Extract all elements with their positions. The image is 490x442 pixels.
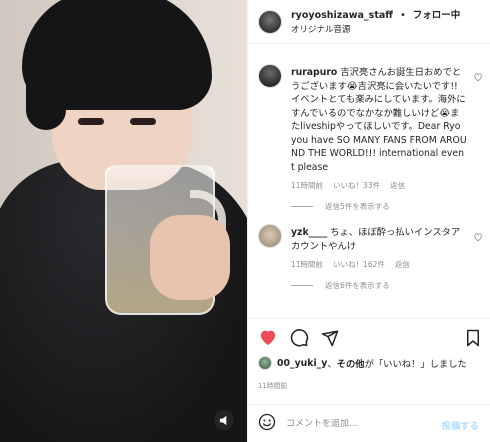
avatar[interactable] xyxy=(258,224,282,248)
header-separator: • xyxy=(400,10,406,21)
post-header: ryoyoshizawa_staff • フォロー中 オリジナル音源 xyxy=(248,0,490,44)
comment-time[interactable]: 11時間前 xyxy=(291,180,323,191)
comment-username[interactable]: rurapuro xyxy=(291,67,337,78)
post-comment-button[interactable]: 投稿する xyxy=(442,418,479,432)
smiley-icon[interactable] xyxy=(258,413,276,435)
avatar[interactable] xyxy=(258,9,282,34)
heart-icon[interactable] xyxy=(258,328,278,347)
comment-icon[interactable] xyxy=(290,328,309,347)
liker-username[interactable]: 00_yuki_y xyxy=(277,358,327,369)
heart-icon[interactable] xyxy=(473,232,483,245)
header-username[interactable]: ryoyoshizawa_staff xyxy=(291,10,393,21)
post-actions xyxy=(248,318,490,356)
view-replies-button[interactable]: 返信6件を表示する xyxy=(291,280,467,291)
comment-text: 吉沢亮さんお誕生日おめでとうございます😭吉沢亮に会いたいです!!イベントとても楽… xyxy=(291,67,467,173)
view-replies-button[interactable]: 返信5件を表示する xyxy=(291,201,467,212)
view-replies-label: 返信6件を表示する xyxy=(325,281,390,290)
avatar[interactable] xyxy=(258,64,282,88)
comment-input[interactable] xyxy=(286,418,436,429)
heart-icon[interactable] xyxy=(473,72,483,85)
likes-summary: 00_yuki_y 、 その他 が「いいね！」しました xyxy=(258,356,467,370)
likes-others-link[interactable]: その他 xyxy=(337,356,365,370)
comment-username[interactable]: yzk____ xyxy=(291,227,327,238)
following-button[interactable]: フォロー中 xyxy=(413,10,461,21)
comment-like-count[interactable]: いいね！162件 xyxy=(333,259,385,270)
comment-item: rurapuro 吉沢亮さんお誕生日おめでとうございます😭吉沢亮に会いたいです!!… xyxy=(248,56,490,212)
post-timestamp[interactable]: 11時間前 xyxy=(258,380,287,390)
avatar[interactable] xyxy=(258,356,272,370)
comment-time[interactable]: 11時間前 xyxy=(291,259,323,270)
person-hand xyxy=(150,215,230,300)
comment-like-count[interactable]: いいね！33件 xyxy=(333,180,380,191)
comment-item: yzk____ ちょ、ほぼ酔っ払いインスタアカウントやんけ 11時間前 いいね！1… xyxy=(248,216,490,291)
post-video[interactable] xyxy=(0,0,247,442)
reply-button[interactable]: 返信 xyxy=(390,180,405,191)
paper-plane-icon[interactable] xyxy=(321,329,339,347)
audio-label[interactable]: オリジナル音源 xyxy=(291,23,460,37)
reply-button[interactable]: 返信 xyxy=(395,259,410,270)
speaker-icon[interactable] xyxy=(214,410,234,430)
comment-list: rurapuro 吉沢亮さんお誕生日おめでとうございます😭吉沢亮に会いたいです!!… xyxy=(248,56,490,318)
comment-composer: 投稿する xyxy=(248,404,490,442)
view-replies-label: 返信5件を表示する xyxy=(325,202,390,211)
bookmark-icon[interactable] xyxy=(465,329,481,351)
post-details-panel: ryoyoshizawa_staff • フォロー中 オリジナル音源 rurap… xyxy=(247,0,490,442)
likes-suffix: が「いいね！」しました xyxy=(364,359,467,370)
